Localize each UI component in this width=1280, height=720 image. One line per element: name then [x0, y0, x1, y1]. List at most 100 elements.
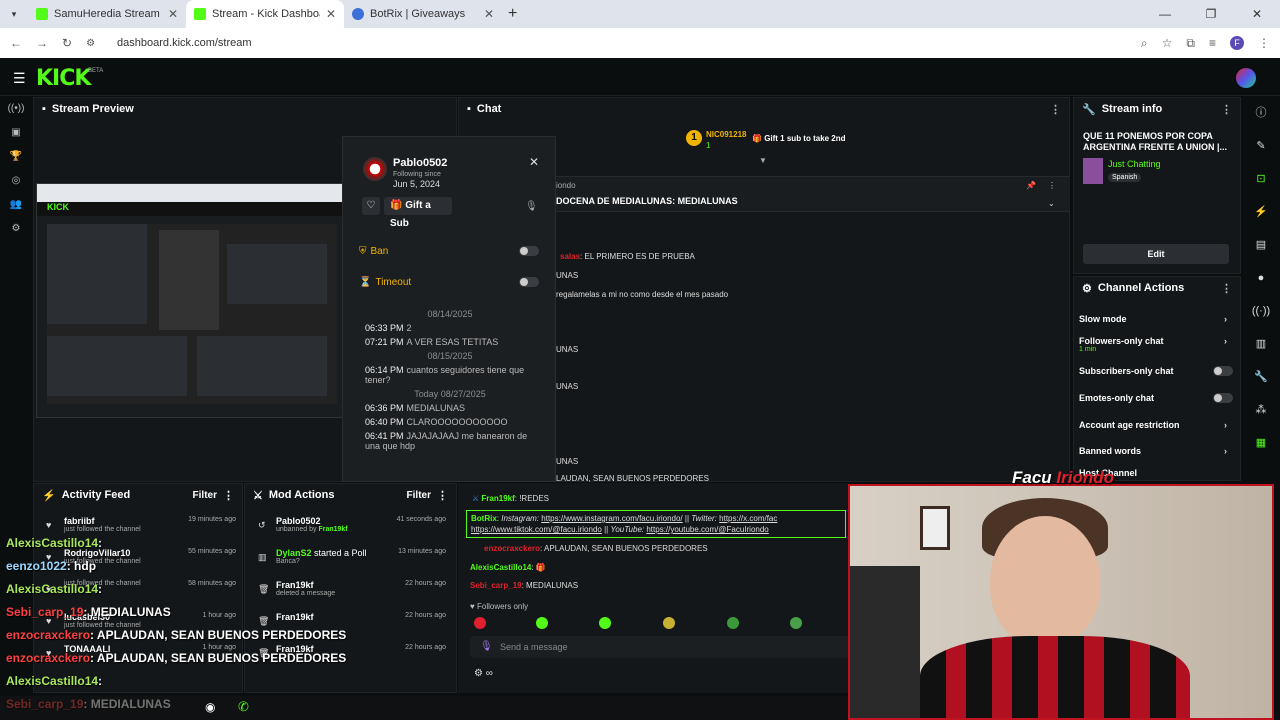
ban-toggle[interactable] [519, 246, 539, 256]
close-icon[interactable]: ✕ [484, 7, 494, 21]
channel-action-toggle[interactable] [1213, 393, 1233, 403]
chevron-right-icon[interactable]: › [1224, 336, 1227, 346]
kebab-icon[interactable]: ⋮ [1050, 103, 1061, 116]
extensions-icon[interactable]: ⧉ [1186, 36, 1195, 51]
chevron-right-icon[interactable]: › [1224, 420, 1227, 430]
chevron-down-icon[interactable]: ⌄ [1048, 199, 1055, 208]
top-gifter-name[interactable]: NIC091218 [706, 130, 746, 139]
follow-heart-button[interactable]: ♡ [362, 197, 380, 215]
kick-logo[interactable]: KICK [36, 66, 91, 91]
filter-button[interactable]: Filter [407, 490, 431, 501]
mod-action-item[interactable]: Pablo0502 unbanned by Fran19kf 41 seconds … [276, 516, 446, 544]
mod-action-item[interactable]: DylanS2 started a Poll Banca? 13 minutes a… [276, 548, 446, 576]
content-icon[interactable]: ▣ [0, 121, 32, 145]
chat-bubble-icon[interactable]: ● [1242, 262, 1280, 295]
zoom-icon[interactable]: ⌕ [1141, 36, 1148, 51]
bolt-icon[interactable]: ⚡ [1242, 196, 1280, 229]
stream-preview-video[interactable]: KICK [36, 183, 346, 418]
link[interactable]: https://x.com/fac [719, 514, 777, 523]
stream-icon[interactable]: ((•)) [0, 97, 32, 121]
settings-infinity-icon[interactable]: ⚙ ∞ [474, 668, 493, 679]
close-icon[interactable]: ✕ [168, 7, 178, 21]
new-tab-icon[interactable]: + [508, 5, 517, 23]
broadcast-icon[interactable]: ((·)) [1242, 295, 1280, 328]
channel-action-toggle[interactable] [1213, 366, 1233, 376]
chevron-right-icon[interactable]: › [1224, 314, 1227, 324]
emote-icon[interactable] [663, 617, 675, 629]
gift-sub-button[interactable]: 🎁 Gift a Sub [384, 197, 452, 229]
kebab-icon[interactable]: ⋮ [437, 489, 448, 502]
bookmark-star-icon[interactable]: ☆ [1162, 36, 1173, 51]
filter-button[interactable]: Filter [193, 490, 217, 501]
menu-icon[interactable]: ⋮ [1258, 36, 1270, 51]
pencil-icon[interactable]: ✎ [1242, 130, 1280, 163]
whatsapp-icon[interactable]: ✆ [238, 699, 249, 715]
clapper-icon[interactable]: ▦ [1242, 427, 1280, 460]
chevron-down-icon[interactable]: ▼ [759, 156, 767, 165]
media-icon[interactable]: ≡ [1209, 36, 1216, 51]
tab-search-icon[interactable]: ▾ [0, 9, 28, 20]
edit-button[interactable]: Edit [1083, 244, 1229, 264]
close-window-icon[interactable]: ✕ [1234, 0, 1280, 28]
timeout-toggle[interactable] [519, 277, 539, 287]
chrome-icon[interactable]: ◉ [205, 700, 215, 714]
mod-action-user[interactable]: DylanS2 [276, 548, 312, 558]
profile-avatar[interactable]: F [1230, 36, 1244, 50]
kebab-icon[interactable]: ⋮ [1221, 103, 1232, 116]
community-icon[interactable]: 👥 [0, 193, 32, 217]
gift-cta[interactable]: 🎁 Gift 1 sub to take 2nd [752, 134, 846, 143]
send-message-input[interactable]: Send a message [470, 636, 850, 658]
emote-icon[interactable] [599, 617, 611, 629]
mod-action-user[interactable]: Fran19kf [276, 580, 314, 590]
kebab-icon[interactable]: ⋮ [1048, 181, 1056, 190]
mic-icon[interactable]: 🎙 [480, 641, 493, 652]
mod-action-by[interactable]: Fran19kf [318, 526, 347, 533]
channel-action-followers-only-chat[interactable]: Followers-only chat 1 min › [1079, 336, 1235, 353]
message-history[interactable]: 08/14/2025 06:33 PM 2 07:21 PM A VER ESAS TE… [365, 305, 535, 455]
kebab-icon[interactable]: ⋮ [1221, 282, 1232, 295]
wrench-icon[interactable]: 🔧 [1242, 361, 1280, 394]
browser-tab-1[interactable]: Stream - Kick Dashboard✕ [186, 0, 344, 28]
emote-icon[interactable] [790, 617, 802, 629]
ban-row[interactable]: ⛨ Ban [359, 239, 539, 263]
people-icon[interactable]: ⁂ [1242, 394, 1280, 427]
link[interactable]: https://www.tiktok.com/@facu.iriondo [471, 525, 602, 534]
mod-action-item[interactable]: Fran19kf deleted a message 22 hours ago [276, 580, 446, 608]
link[interactable]: https://youtube.com/@FacuIriondo [646, 525, 768, 534]
kebab-icon[interactable]: ⋮ [223, 489, 234, 502]
mod-action-user[interactable]: Pablo0502 [276, 516, 321, 526]
mod-action-user[interactable]: Fran19kf [276, 612, 314, 622]
category-link[interactable]: Just Chatting [1108, 159, 1161, 169]
forward-icon[interactable]: → [36, 36, 48, 50]
mic-icon[interactable]: 🎙 [525, 201, 538, 212]
browser-tab-0[interactable]: SamuHeredia Stream - Watch L✕ [28, 0, 186, 28]
channel-action-banned-words[interactable]: Banned words › [1079, 446, 1235, 456]
url-field[interactable]: dashboard.kick.com/stream [117, 37, 252, 49]
document-icon[interactable]: ▤ [1242, 229, 1280, 262]
timeout-row[interactable]: ⏳ Timeout [359, 270, 539, 294]
close-icon[interactable]: ✕ [326, 7, 336, 21]
close-icon[interactable]: ✕ [529, 155, 539, 169]
reload-icon[interactable]: ↻ [62, 36, 72, 50]
settings-icon[interactable]: ⚙ [0, 217, 32, 241]
link[interactable]: https://www.instagram.com/facu.iriondo/ [541, 514, 682, 523]
trophy-icon[interactable]: 🏆 [0, 145, 32, 169]
user-card-name[interactable]: Pablo0502 [393, 157, 447, 169]
emote-icon[interactable] [536, 617, 548, 629]
pin-icon[interactable]: 📌 [1026, 181, 1036, 190]
user-avatar[interactable] [1236, 68, 1256, 88]
info-icon[interactable]: ⓘ [1242, 97, 1280, 130]
site-info-icon[interactable]: ⚙ [86, 38, 95, 49]
list-icon[interactable]: ▥ [1242, 328, 1280, 361]
channel-action-account-age-restriction[interactable]: Account age restriction › [1079, 420, 1235, 430]
emote-icon[interactable] [474, 617, 486, 629]
channel-action-slow-mode[interactable]: Slow mode › [1079, 314, 1235, 324]
emote-icon[interactable] [727, 617, 739, 629]
minimize-icon[interactable]: — [1142, 0, 1188, 28]
channel-action-emotes-only-chat[interactable]: Emotes-only chat [1079, 393, 1235, 403]
back-icon[interactable]: ← [10, 36, 22, 50]
target-icon[interactable]: ◎ [0, 169, 32, 193]
maximize-icon[interactable]: ❐ [1188, 0, 1234, 28]
camera-icon[interactable]: ⊡ [1242, 163, 1280, 196]
browser-tab-2[interactable]: BotRix | Giveaways ✕ [344, 0, 502, 28]
